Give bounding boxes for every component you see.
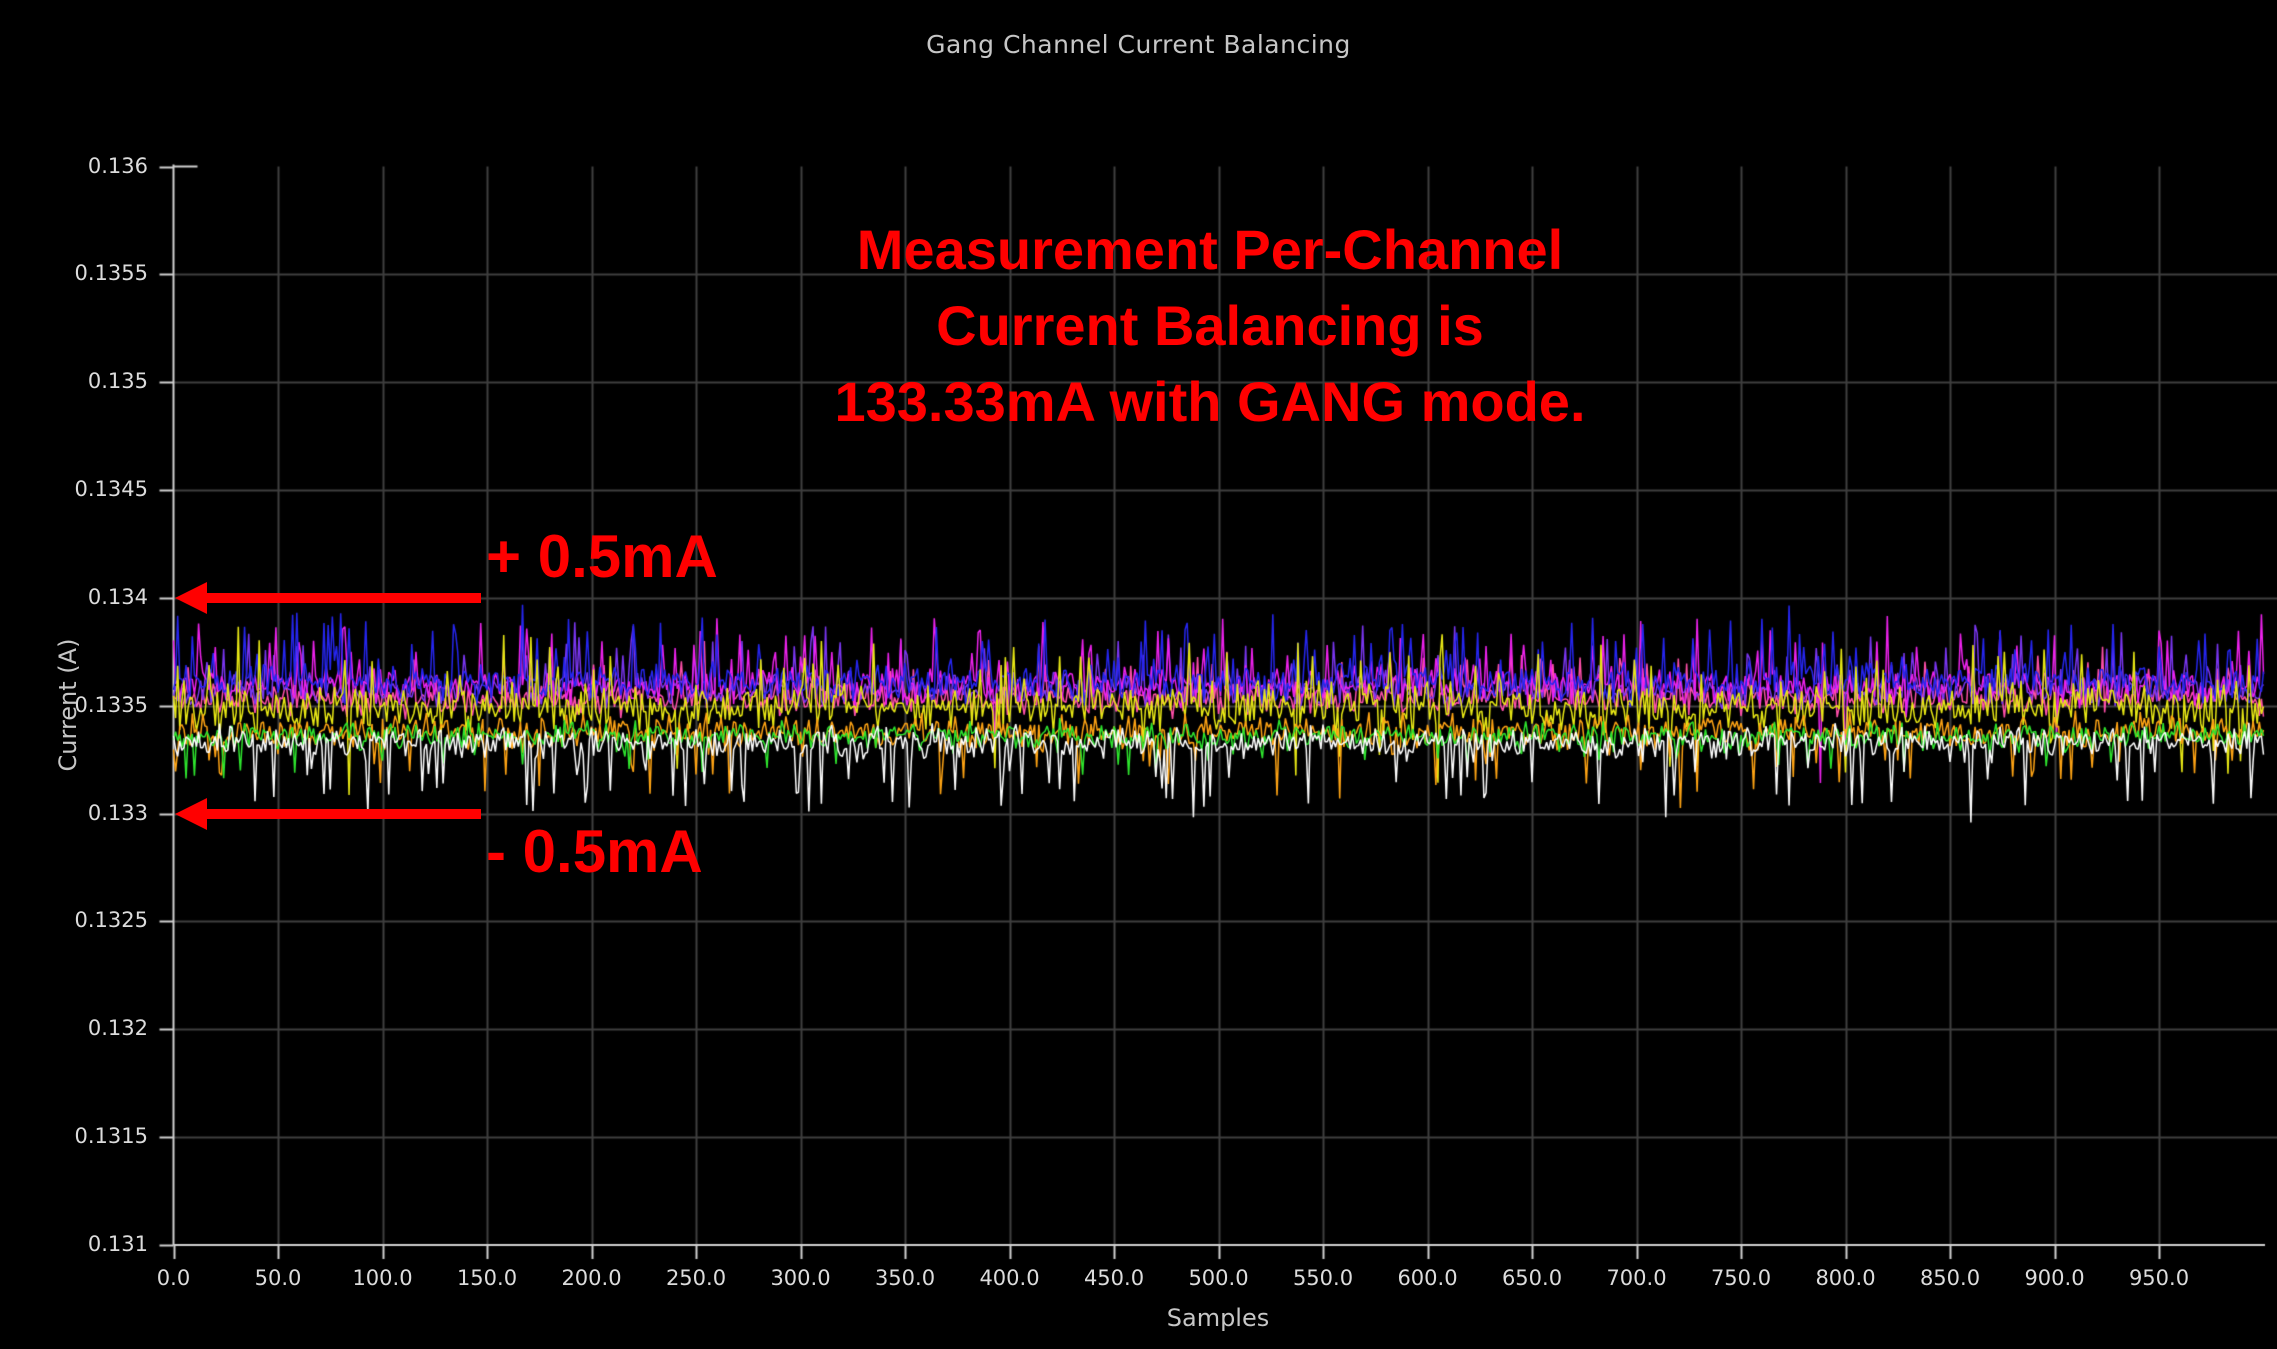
annotation-note-line3: 133.33mA with GANG mode. (760, 364, 1660, 440)
y-tick-label: 0.132 (10, 1016, 148, 1040)
annotation-note: Measurement Per-Channel Current Balancin… (760, 212, 1660, 440)
minus-half-ma-label: - 0.5mA (486, 822, 703, 882)
x-tick-label: 400.0 (955, 1266, 1065, 1290)
y-tick-label: 0.131 (10, 1232, 148, 1256)
x-tick-label: 0.0 (119, 1266, 229, 1290)
x-tick-label: 100.0 (328, 1266, 438, 1290)
x-tick-label: 900.0 (2000, 1266, 2110, 1290)
x-tick-label: 250.0 (641, 1266, 751, 1290)
plus-half-ma-label: + 0.5mA (486, 527, 718, 587)
x-tick-label: 50.0 (223, 1266, 333, 1290)
x-tick-label: 350.0 (850, 1266, 960, 1290)
y-tick-label: 0.1345 (10, 477, 148, 501)
x-tick-label: 500.0 (1164, 1266, 1274, 1290)
minus-arrow-head-icon (175, 798, 207, 830)
y-tick-label: 0.1315 (10, 1124, 148, 1148)
y-tick-label: 0.134 (10, 585, 148, 609)
annotation-note-line1: Measurement Per-Channel (760, 212, 1660, 288)
x-tick-label: 200.0 (537, 1266, 647, 1290)
x-tick-label: 950.0 (2104, 1266, 2214, 1290)
plus-arrow-head-icon (175, 582, 207, 614)
x-tick-label: 650.0 (1477, 1266, 1587, 1290)
y-tick-label: 0.1335 (10, 693, 148, 717)
plot-canvas (0, 0, 2277, 1349)
y-tick-label: 0.135 (10, 369, 148, 393)
x-tick-label: 150.0 (432, 1266, 542, 1290)
x-tick-label: 700.0 (1582, 1266, 1692, 1290)
chart-title: Gang Channel Current Balancing (0, 30, 2277, 59)
minus-arrow-shaft (202, 809, 481, 819)
chart-area: Gang Channel Current Balancing Current (… (0, 0, 2277, 1349)
x-tick-label: 850.0 (1895, 1266, 2005, 1290)
annotation-note-line2: Current Balancing is (760, 288, 1660, 364)
y-tick-label: 0.136 (10, 154, 148, 178)
y-tick-label: 0.1325 (10, 908, 148, 932)
plus-arrow-shaft (202, 593, 481, 603)
x-tick-label: 800.0 (1791, 1266, 1901, 1290)
y-tick-label: 0.1355 (10, 261, 148, 285)
x-tick-label: 550.0 (1268, 1266, 1378, 1290)
x-tick-label: 750.0 (1686, 1266, 1796, 1290)
x-tick-label: 300.0 (746, 1266, 856, 1290)
x-axis-title: Samples (1118, 1304, 1318, 1332)
x-tick-label: 450.0 (1059, 1266, 1169, 1290)
x-tick-label: 600.0 (1373, 1266, 1483, 1290)
y-tick-label: 0.133 (10, 801, 148, 825)
